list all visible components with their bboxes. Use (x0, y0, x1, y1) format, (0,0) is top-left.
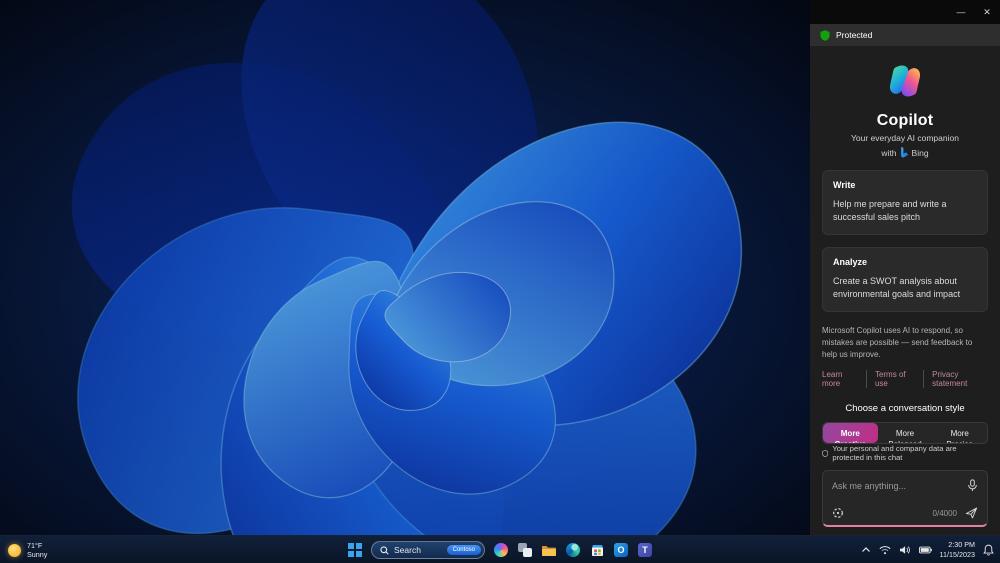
bloom-wallpaper-graphic (0, 0, 810, 535)
protected-badge[interactable]: Protected (810, 24, 1000, 46)
style-option-line1: More (895, 429, 915, 439)
weather-widget[interactable]: 71°F Sunny (8, 536, 47, 563)
send-icon[interactable] (965, 507, 978, 519)
bing-icon (900, 147, 908, 158)
protected-label: Protected (836, 30, 873, 40)
start-button[interactable] (347, 542, 363, 558)
search-highlight-badge: Contoso (446, 545, 481, 555)
shield-outline-icon (822, 449, 829, 457)
copilot-panel: — ✕ Protected Copilot Your everyday AI c… (810, 0, 1000, 535)
windows-logo-icon (348, 543, 362, 557)
sunny-weather-icon (8, 543, 21, 557)
windows-desktop-screen: — ✕ Protected Copilot Your everyday AI c… (0, 0, 1000, 563)
taskbar-icon-file-explorer[interactable] (541, 542, 557, 558)
battery-icon[interactable] (918, 546, 932, 554)
outlook-icon: O (614, 543, 628, 557)
conversation-style-selector: More Creative More Balanced More Precise (822, 422, 988, 444)
taskbar-clock[interactable]: 2:30 PM 11/15/2023 (940, 540, 975, 559)
weather-temperature: 71°F (27, 540, 43, 550)
hidden-icons-chevron[interactable] (861, 546, 871, 554)
chat-input[interactable] (832, 480, 961, 491)
suggestion-card-analyze[interactable]: Analyze Create a SWOT analysis about env… (822, 247, 988, 313)
card-title: Write (833, 180, 856, 190)
character-counter: 0/4000 (932, 508, 957, 518)
style-option-balanced[interactable]: More Balanced (878, 423, 933, 443)
card-body: Create a SWOT analysis about environment… (833, 276, 961, 300)
microphone-icon[interactable] (967, 479, 978, 492)
desktop-wallpaper (0, 0, 810, 535)
search-icon (380, 545, 389, 555)
copilot-logo-icon (889, 65, 921, 97)
wifi-icon[interactable] (879, 545, 891, 555)
folder-icon (542, 546, 556, 556)
close-button[interactable]: ✕ (974, 2, 1000, 22)
card-title: Analyze (833, 257, 868, 268)
taskbar-icon-teams[interactable]: T (637, 542, 653, 558)
notification-bell-icon[interactable] (983, 544, 994, 556)
minimize-button[interactable]: — (948, 2, 974, 22)
conversation-style-label: Choose a conversation style (845, 403, 965, 415)
data-protection-note: Your personal and company data are prote… (822, 444, 988, 462)
style-option-line1: More (840, 429, 860, 439)
bing-label: Bing (911, 147, 929, 158)
copilot-taskbar-icon (494, 543, 508, 557)
volume-icon[interactable] (899, 545, 911, 555)
shield-icon (820, 29, 830, 41)
legal-links-row: Learn more Terms of use Privacy statemen… (822, 370, 988, 389)
search-label: Search (394, 545, 421, 555)
taskbar-search-box[interactable]: Search Contoso (371, 541, 485, 559)
edge-browser-icon (566, 543, 580, 557)
card-body: Help me prepare and write a successful s… (833, 199, 947, 223)
image-upload-icon[interactable] (832, 507, 844, 519)
chat-composer: 0/4000 (822, 470, 988, 527)
suggestion-card-write[interactable]: Write Help me prepare and write a succes… (822, 170, 988, 236)
with-bing-row: with Bing (822, 147, 988, 158)
taskbar-icon-copilot[interactable] (493, 542, 509, 558)
privacy-statement-link[interactable]: Privacy statement (923, 370, 988, 389)
clock-time: 2:30 PM (948, 540, 975, 550)
data-protection-text: Your personal and company data are prote… (832, 444, 957, 462)
ai-disclaimer-text: Microsoft Copilot uses AI to respond, so… (822, 326, 973, 360)
weather-condition: Sunny (27, 550, 48, 559)
clock-date: 11/15/2023 (939, 550, 975, 559)
copilot-brand: Copilot Your everyday AI companion with … (822, 62, 988, 158)
style-option-line1: More (950, 429, 969, 439)
taskbar-center: Search Contoso O T (347, 536, 653, 563)
with-label: with (881, 147, 897, 158)
style-option-precise[interactable]: More Precise (932, 423, 987, 443)
microsoft-store-icon (591, 544, 603, 556)
copilot-panel-body: Copilot Your everyday AI companion with … (810, 46, 1000, 535)
panel-titlebar: — ✕ (810, 0, 1000, 24)
taskbar-icon-microsoft-store[interactable] (589, 542, 605, 558)
taskbar: 71°F Sunny Search Contoso O T 2:30 PM 11… (0, 535, 1000, 563)
taskbar-icon-outlook[interactable]: O (613, 542, 629, 558)
copilot-title: Copilot (876, 112, 934, 129)
task-view-icon (518, 543, 532, 557)
terms-of-use-link[interactable]: Terms of use (865, 370, 915, 389)
style-option-creative[interactable]: More Creative (823, 423, 878, 443)
taskbar-icon-task-view[interactable] (517, 542, 533, 558)
taskbar-icon-edge[interactable] (565, 542, 581, 558)
learn-more-link[interactable]: Learn more (822, 370, 858, 388)
copilot-subtitle: Your everyday AI companion (851, 133, 959, 143)
system-tray: 2:30 PM 11/15/2023 (861, 536, 994, 563)
teams-icon: T (638, 543, 652, 557)
